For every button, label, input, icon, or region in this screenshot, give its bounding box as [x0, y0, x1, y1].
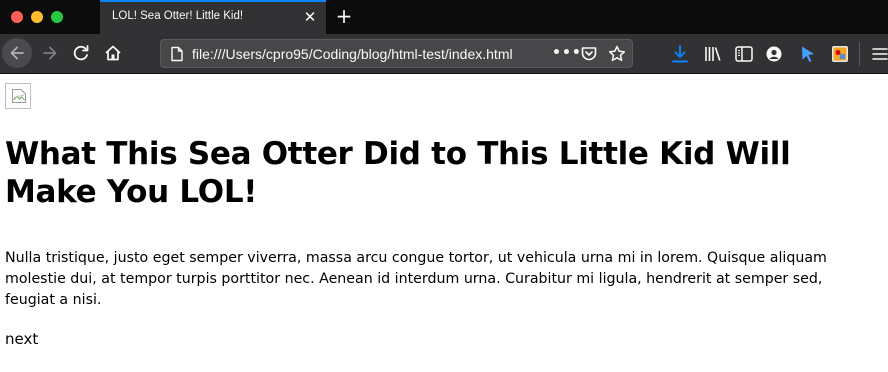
page-icon: [169, 46, 185, 66]
active-tab[interactable]: LOL! Sea Otter! Little Kid! ✕: [100, 0, 326, 34]
tab-title: LOL! Sea Otter! Little Kid!: [112, 10, 244, 22]
hamburger-menu-icon[interactable]: [869, 43, 888, 65]
article-paragraph: Nulla tristique, justo eget semper viver…: [5, 250, 827, 308]
tab-close-icon[interactable]: ✕: [302, 9, 318, 25]
page-headline: What This Sea Otter Did to This Little K…: [5, 136, 791, 210]
sidebar-icon[interactable]: [733, 43, 755, 65]
page-content: What This Sea Otter Did to This Little K…: [0, 75, 888, 372]
pocket-icon[interactable]: [579, 44, 599, 64]
tab-strip: LOL! Sea Otter! Little Kid! ✕ +: [0, 0, 888, 34]
reload-icon[interactable]: [66, 38, 96, 68]
bookmark-star-icon[interactable]: [607, 44, 627, 64]
cursor-icon[interactable]: [797, 43, 819, 65]
library-icon[interactable]: [702, 43, 724, 65]
download-icon[interactable]: [669, 43, 691, 65]
back-arrow-icon[interactable]: [2, 38, 32, 68]
forward-arrow-icon[interactable]: [36, 38, 66, 68]
window-close-button[interactable]: [11, 11, 23, 23]
more-actions-icon[interactable]: •••: [552, 44, 581, 64]
broken-image-icon: [5, 83, 31, 109]
new-tab-button[interactable]: +: [333, 5, 355, 27]
navigation-toolbar: file:///Users/cpro95/Coding/blog/html-te…: [0, 34, 888, 74]
url-text[interactable]: file:///Users/cpro95/Coding/blog/html-te…: [192, 46, 552, 62]
toolbar-separator: [859, 42, 860, 66]
window-maximize-button[interactable]: [51, 11, 63, 23]
next-link[interactable]: next: [5, 330, 38, 348]
address-bar[interactable]: file:///Users/cpro95/Coding/blog/html-te…: [160, 39, 633, 68]
account-icon[interactable]: [763, 43, 785, 65]
home-icon[interactable]: [98, 38, 128, 68]
window-minimize-button[interactable]: [31, 11, 43, 23]
extension-icon[interactable]: [829, 43, 851, 65]
